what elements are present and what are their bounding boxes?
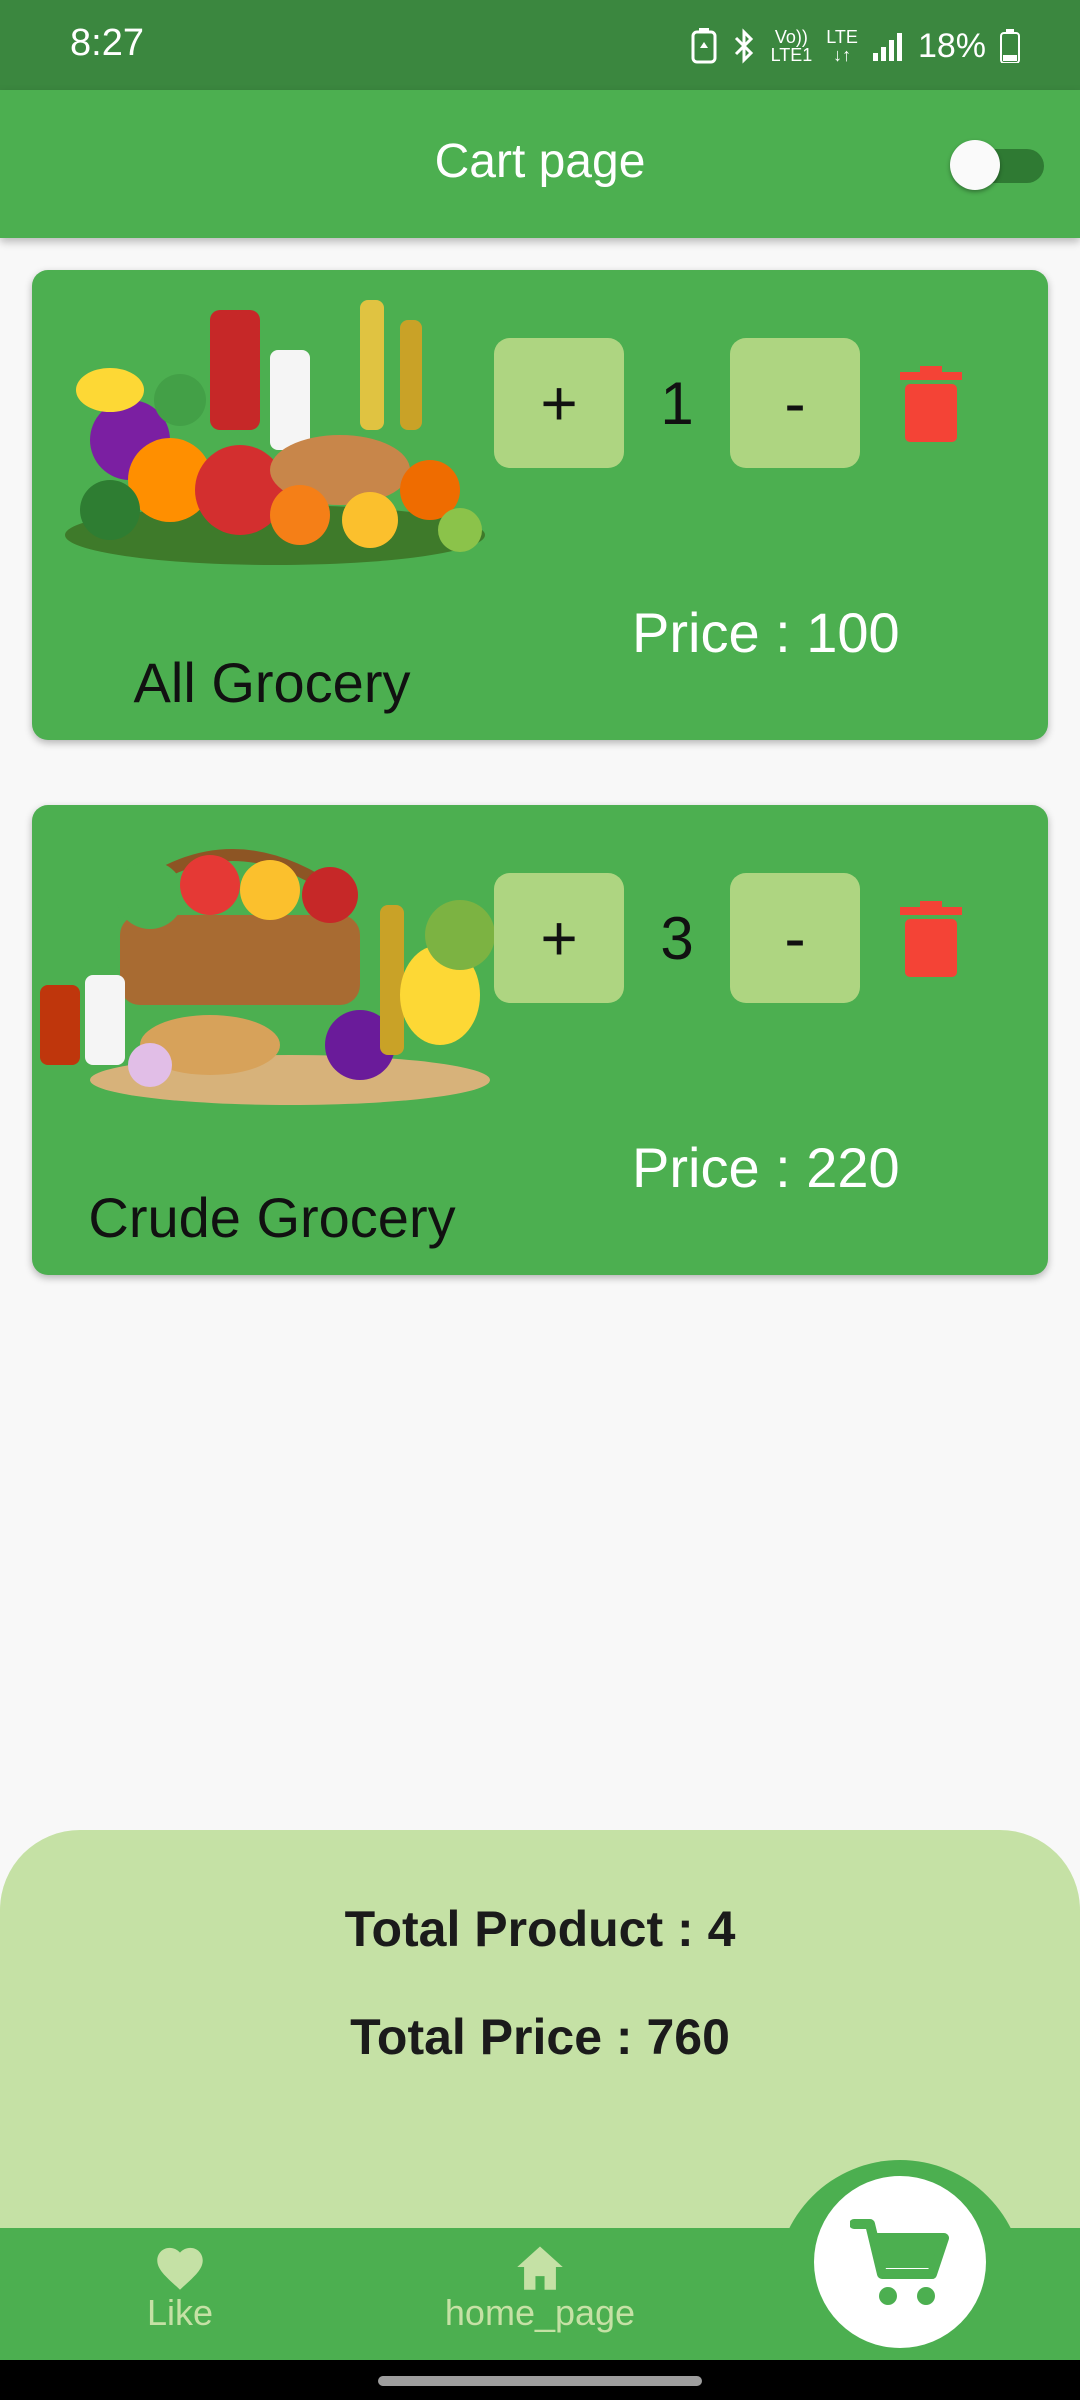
toggle-thumb [950, 140, 1000, 190]
home-icon [517, 2246, 563, 2290]
nav-item-like[interactable]: Like [120, 2242, 240, 2334]
increase-quantity-button[interactable]: + [494, 873, 624, 1003]
page-title: Cart page [434, 135, 646, 188]
nav-like-label: Like [146, 2292, 214, 2333]
heart-icon [157, 2247, 203, 2290]
status-time: 8:27 [70, 22, 144, 64]
quantity-value: 3 [660, 904, 694, 972]
cart-button[interactable] [814, 2176, 986, 2348]
item-name: Crude Grocery [88, 1186, 456, 1249]
status-icons: Vo)) LTE1 LTE ↓↑ 18% [691, 24, 1020, 68]
system-gesture-bar [0, 2360, 1080, 2400]
item-price: Price : 100 [632, 601, 900, 664]
nav-home-label: home_page [444, 2292, 636, 2333]
total-product: Total Product : 4 [344, 1901, 736, 1957]
grocery-image [65, 300, 485, 565]
battery-percent: 18% [917, 26, 986, 65]
cart-icon [850, 2219, 949, 2305]
bluetooth-icon [734, 28, 753, 64]
decrease-quantity-button[interactable]: - [730, 338, 860, 468]
increase-quantity-button[interactable]: + [494, 338, 624, 468]
item-price: Price : 220 [632, 1136, 900, 1199]
lte-indicator: LTE ↓↑ [826, 27, 858, 65]
status-bar: 8:27 Vo)) LTE1 LTE ↓↑ 18% [0, 0, 1080, 90]
battery-icon [1000, 29, 1020, 63]
volte-indicator: Vo)) LTE1 [770, 27, 813, 65]
battery-saver-icon [691, 28, 717, 64]
delete-icon[interactable] [900, 901, 962, 977]
cart-item-card: + 1 - Price : 100 All Grocery [32, 270, 1048, 740]
grocery-basket-image [40, 849, 495, 1105]
decrease-quantity-button[interactable]: - [730, 873, 860, 1003]
quantity-value: 1 [660, 369, 694, 437]
delete-icon[interactable] [900, 366, 962, 442]
app-bar: Cart page [0, 90, 1080, 238]
nav-item-home[interactable]: home_page [420, 2242, 660, 2334]
total-price: Total Price : 760 [350, 2009, 730, 2065]
cart-item-card: + 3 - Price : 220 Crude Grocery [32, 805, 1048, 1275]
theme-toggle[interactable] [950, 138, 1046, 190]
gesture-handle[interactable] [378, 2376, 702, 2386]
item-name: All Grocery [133, 651, 411, 714]
signal-icon [872, 33, 902, 61]
